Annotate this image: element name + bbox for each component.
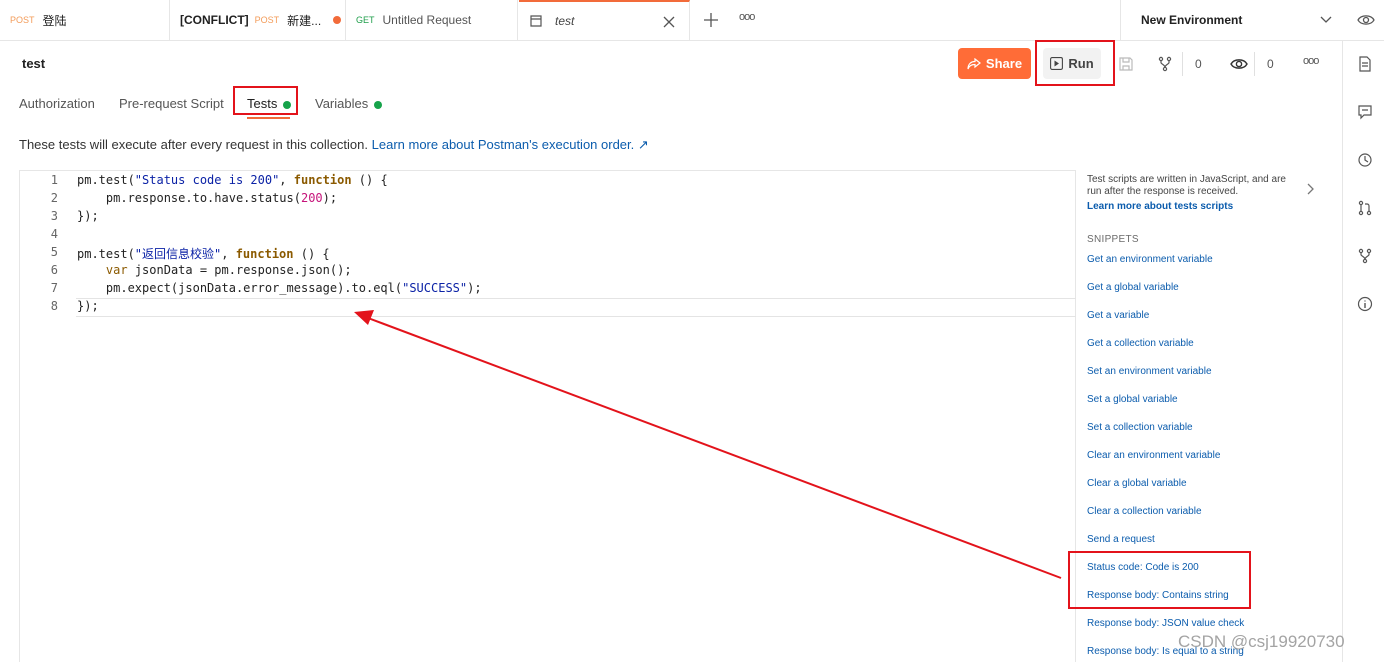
- code-line: pm.response.to.have.status(200);: [77, 191, 338, 205]
- unsaved-dot-icon: [333, 16, 342, 24]
- method-badge: GET: [356, 15, 375, 25]
- line-number: 7: [50, 281, 58, 295]
- documentation-icon[interactable]: [1357, 56, 1373, 72]
- watch-count: 0: [1267, 57, 1274, 71]
- method-badge: POST: [254, 15, 280, 25]
- right-sidebar: [1342, 40, 1384, 662]
- watch-eye-icon[interactable]: [1230, 57, 1248, 71]
- save-icon[interactable]: [1118, 56, 1134, 72]
- line-number: 2: [50, 191, 58, 205]
- tab-label: 登陆: [42, 13, 67, 28]
- watermark-text: CSDN @csj19920730: [1178, 632, 1345, 651]
- script-editor[interactable]: 1 2 3 4 5 6 7 8 pm.test("Status code is …: [19, 170, 1076, 662]
- snippet-link[interactable]: Send a request: [1087, 534, 1155, 545]
- more-actions-button[interactable]: ooo: [1303, 55, 1319, 67]
- line-number: 4: [50, 227, 58, 241]
- close-icon[interactable]: [663, 16, 675, 28]
- snippet-link[interactable]: Set a global variable: [1087, 394, 1178, 405]
- pull-requests-icon[interactable]: [1357, 200, 1373, 216]
- line-number: 3: [50, 209, 58, 223]
- chevron-down-icon: [1320, 16, 1332, 23]
- method-badge: POST: [10, 15, 35, 25]
- tab-variables[interactable]: Variables: [315, 96, 383, 111]
- environment-selector[interactable]: New Environment: [1120, 0, 1342, 40]
- has-content-dot-icon: [374, 100, 383, 109]
- line-number: 1: [50, 173, 58, 187]
- collection-tab-active[interactable]: test: [519, 0, 690, 40]
- execution-order-link[interactable]: Learn more about Postman's execution ord…: [372, 137, 649, 152]
- current-line-highlight: [76, 298, 1076, 317]
- divider: [1182, 52, 1183, 76]
- snippet-link[interactable]: Clear a global variable: [1087, 478, 1187, 489]
- tab-variables-label: Variables: [315, 96, 369, 111]
- snippet-link[interactable]: Clear an environment variable: [1087, 450, 1220, 461]
- snippet-link[interactable]: Get a variable: [1087, 310, 1149, 321]
- line-number: 6: [50, 263, 58, 277]
- conflict-label: [CONFLICT]: [180, 13, 249, 27]
- line-number: 5: [50, 245, 58, 259]
- tab-label: 新建...: [287, 13, 322, 28]
- snippet-link[interactable]: Get a global variable: [1087, 282, 1179, 293]
- code-line: var jsonData = pm.response.json();: [105, 263, 352, 277]
- tests-info-text: Test scripts are written in JavaScript, …: [1087, 174, 1286, 197]
- environment-label: New Environment: [1141, 13, 1243, 27]
- new-tab-plus-icon[interactable]: [704, 13, 718, 27]
- snippet-link[interactable]: Clear a collection variable: [1087, 506, 1202, 517]
- description-text: These tests will execute after every req…: [19, 137, 368, 152]
- active-tab-underline: [247, 117, 290, 119]
- tests-description: These tests will execute after every req…: [19, 137, 649, 153]
- tab-pre-request-script[interactable]: Pre-request Script: [119, 96, 224, 111]
- highlight-box-snippets: [1068, 551, 1251, 609]
- code-line: });: [77, 299, 99, 313]
- comments-icon[interactable]: [1357, 104, 1373, 120]
- history-icon[interactable]: [1357, 152, 1373, 168]
- request-tab[interactable]: POST 登陆: [0, 0, 170, 40]
- snippet-link[interactable]: Set an environment variable: [1087, 366, 1212, 377]
- share-label: Share: [985, 56, 1023, 71]
- tab-label: test: [555, 14, 575, 28]
- tab-authorization[interactable]: Authorization: [19, 96, 95, 111]
- code-line: pm.expect(jsonData.error_message).to.eql…: [77, 281, 482, 295]
- line-number: 8: [50, 299, 58, 313]
- highlight-box-tests: [233, 86, 298, 115]
- snippets-heading: SNIPPETS: [1087, 234, 1139, 245]
- share-icon: [967, 57, 981, 69]
- more-tabs-button[interactable]: ooo: [739, 11, 755, 23]
- tab-bar: POST 登陆 [CONFLICT] POST 新建... GET Untitl…: [0, 0, 1384, 41]
- snippet-link[interactable]: Set a collection variable: [1087, 422, 1193, 433]
- tab-label: Untitled Request: [382, 13, 472, 27]
- highlight-box-run: [1035, 40, 1115, 86]
- fork-count: 0: [1195, 57, 1202, 71]
- snippet-link[interactable]: Get an environment variable: [1087, 254, 1213, 265]
- divider: [1254, 52, 1255, 76]
- request-tab[interactable]: GET Untitled Request: [346, 0, 518, 40]
- request-tab[interactable]: [CONFLICT] POST 新建...: [170, 0, 346, 40]
- snippet-link[interactable]: Response body: JSON value check: [1087, 618, 1244, 629]
- environment-quicklook-eye-icon[interactable]: [1357, 13, 1375, 27]
- learn-tests-scripts-link[interactable]: Learn more about tests scripts: [1087, 201, 1233, 212]
- info-icon[interactable]: [1357, 296, 1373, 312]
- code-line: pm.test("返回信息校验", function () {: [77, 247, 330, 261]
- forks-icon[interactable]: [1357, 248, 1373, 264]
- fork-icon[interactable]: [1157, 56, 1173, 72]
- snippet-link[interactable]: Get a collection variable: [1087, 338, 1194, 349]
- collection-icon: [530, 15, 542, 27]
- code-line: pm.test("Status code is 200", function (…: [77, 173, 388, 187]
- chevron-right-icon[interactable]: [1307, 183, 1315, 195]
- share-button[interactable]: Share: [958, 48, 1031, 79]
- code-line: });: [77, 209, 99, 223]
- collection-title: test: [22, 56, 46, 71]
